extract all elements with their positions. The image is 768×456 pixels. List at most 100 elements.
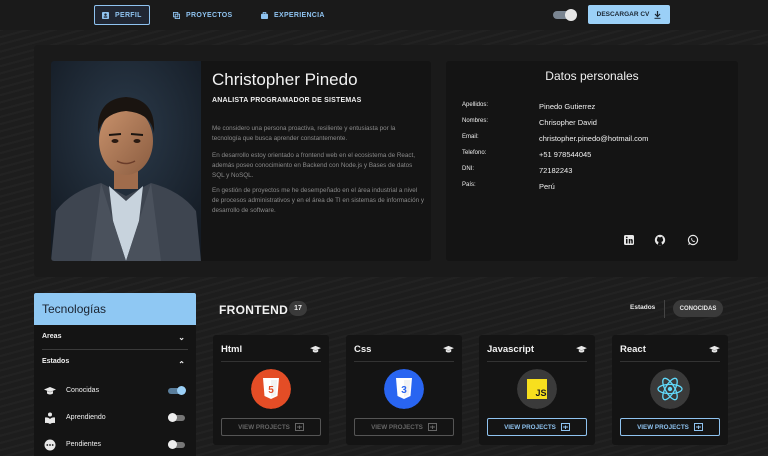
data-row: Nombres: Chrisopher David	[462, 118, 732, 128]
nav-label: PERFIL	[115, 11, 142, 19]
data-value: +51 978544045	[539, 150, 592, 159]
data-row: Email: christopher.pinedo@hotmail.com	[462, 134, 732, 144]
view-projects-label: VIEW PROJECTS	[637, 423, 689, 431]
estados-accordion[interactable]: Estados ⌃	[42, 358, 188, 369]
count-badge: 17	[289, 301, 307, 316]
estado-conocidas: Conocidas	[42, 385, 188, 397]
profile-card: Christopher Pinedo ANALISTA PROGRAMADOR …	[51, 61, 431, 261]
view-projects-button[interactable]: VIEW PROJECTS	[487, 418, 587, 436]
personal-data-title: Datos personales	[545, 69, 639, 83]
data-row: DNI: 72182243	[462, 166, 732, 176]
divider	[664, 300, 665, 318]
data-key: Email:	[462, 134, 479, 140]
graduation-cap-icon	[709, 345, 720, 353]
graduation-cap-icon	[443, 345, 454, 353]
top-navbar: PERFIL PROYECTOS EXPERIENCIA DESCARGAR C…	[0, 0, 768, 30]
estados-label: Estados	[42, 358, 70, 365]
data-row: Telefono: +51 978544045	[462, 150, 732, 160]
data-key: Nombres:	[462, 118, 489, 124]
estado-label: Aprendiendo	[66, 414, 106, 421]
nav-label: EXPERIENCIA	[274, 11, 325, 19]
data-value: christopher.pinedo@hotmail.com	[539, 134, 649, 143]
personal-data-card: Datos personales Apellidos: Pinedo Gutier…	[446, 61, 738, 261]
sidebar-title: Tecnologías	[42, 302, 107, 316]
github-icon[interactable]	[654, 234, 666, 246]
window-icon	[560, 423, 570, 431]
download-cv-button[interactable]: DESCARGAR CV	[588, 5, 670, 24]
pendientes-toggle[interactable]	[168, 440, 187, 449]
conocidas-toggle[interactable]	[168, 386, 187, 395]
javascript-logo-icon: JS	[517, 369, 557, 409]
data-key: Apellidos:	[462, 102, 489, 108]
graduation-cap-icon	[44, 387, 56, 395]
logo-text: 3	[401, 385, 407, 396]
window-icon	[693, 423, 703, 431]
tech-name: Html	[221, 344, 243, 355]
bio-paragraph: Me considero una persona proactiva, resi…	[212, 125, 396, 142]
estado-pendientes: Pendientes	[42, 439, 188, 451]
graduation-cap-icon	[310, 345, 321, 353]
tech-card-javascript: Javascript JS VIEW PROJECTS	[479, 335, 595, 445]
view-projects-button[interactable]: VIEW PROJECTS	[354, 418, 454, 436]
data-key: DNI:	[462, 166, 474, 172]
book-reader-icon	[45, 412, 55, 424]
html5-logo-icon: 5	[251, 369, 291, 409]
react-logo-icon	[650, 369, 690, 409]
areas-accordion[interactable]: Areas ⌄	[42, 333, 188, 342]
tech-name: Javascript	[487, 344, 535, 355]
data-value: 72182243	[539, 166, 573, 175]
tech-card-html: Html 5 VIEW PROJECTS	[213, 335, 329, 445]
window-icon	[427, 423, 437, 431]
nav-experiencia[interactable]: EXPERIENCIA	[254, 5, 332, 25]
data-value: Pinedo Gutierrez	[539, 102, 596, 111]
nav-proyectos[interactable]: PROYECTOS	[166, 5, 240, 25]
frontend-panel: FRONTEND 17 Estados CONOCIDAS Html 5 VIE…	[206, 292, 736, 456]
chevron-down-icon: ⌄	[178, 333, 185, 342]
estado-aprendiendo: Aprendiendo	[42, 412, 188, 424]
bio-paragraph: En gestión de proyectos me he desempeñad…	[212, 187, 424, 214]
nav-label: PROYECTOS	[186, 11, 233, 19]
data-key: País:	[462, 182, 476, 188]
bio-paragraph: En desarrollo estoy orientado a frontend…	[212, 152, 416, 179]
data-row: País: Perú	[462, 182, 732, 192]
view-projects-button[interactable]: VIEW PROJECTS	[221, 418, 321, 436]
estado-label: Conocidas	[66, 387, 100, 394]
areas-label: Areas	[42, 333, 62, 340]
aprendiendo-toggle[interactable]	[168, 413, 187, 422]
id-card-icon	[102, 11, 109, 19]
data-row: Apellidos: Pinedo Gutierrez	[462, 102, 732, 112]
tech-name: Css	[354, 344, 372, 355]
section-title: FRONTEND	[219, 303, 289, 317]
css3-logo-icon: 3	[384, 369, 424, 409]
graduation-cap-icon	[576, 345, 587, 353]
view-projects-label: VIEW PROJECTS	[238, 423, 290, 431]
theme-toggle[interactable]	[553, 9, 577, 21]
tech-card-react: React VIEW PROJECTS	[612, 335, 728, 445]
whatsapp-icon[interactable]	[687, 234, 699, 246]
data-key: Telefono:	[462, 150, 487, 156]
chevron-up-icon: ⌃	[178, 360, 185, 369]
ellipsis-icon	[44, 439, 56, 451]
estados-filter-label: Estados	[630, 304, 656, 311]
view-projects-button[interactable]: VIEW PROJECTS	[620, 418, 720, 436]
briefcase-icon	[261, 11, 268, 19]
projects-icon	[173, 11, 180, 19]
filter-chip-conocidas[interactable]: CONOCIDAS	[673, 300, 723, 317]
estado-label: Pendientes	[66, 441, 102, 448]
data-value: Perú	[539, 182, 555, 191]
tech-card-css: Css 3 VIEW PROJECTS	[346, 335, 462, 445]
logo-text: JS	[535, 388, 546, 398]
view-projects-label: VIEW PROJECTS	[504, 423, 556, 431]
view-projects-label: VIEW PROJECTS	[371, 423, 423, 431]
divider	[42, 349, 188, 350]
sidebar-header: Tecnologías	[34, 293, 196, 325]
technologies-sidebar: Tecnologías Areas ⌄ Estados ⌃ Conocidas …	[34, 293, 196, 456]
window-icon	[294, 423, 304, 431]
logo-text: 5	[268, 385, 274, 396]
profile-name: Christopher Pinedo	[212, 70, 358, 89]
data-value: Chrisopher David	[539, 118, 597, 127]
cv-button-label: DESCARGAR CV	[596, 11, 650, 18]
nav-perfil[interactable]: PERFIL	[94, 5, 150, 25]
tech-name: React	[620, 344, 646, 355]
linkedin-icon[interactable]	[623, 234, 635, 246]
